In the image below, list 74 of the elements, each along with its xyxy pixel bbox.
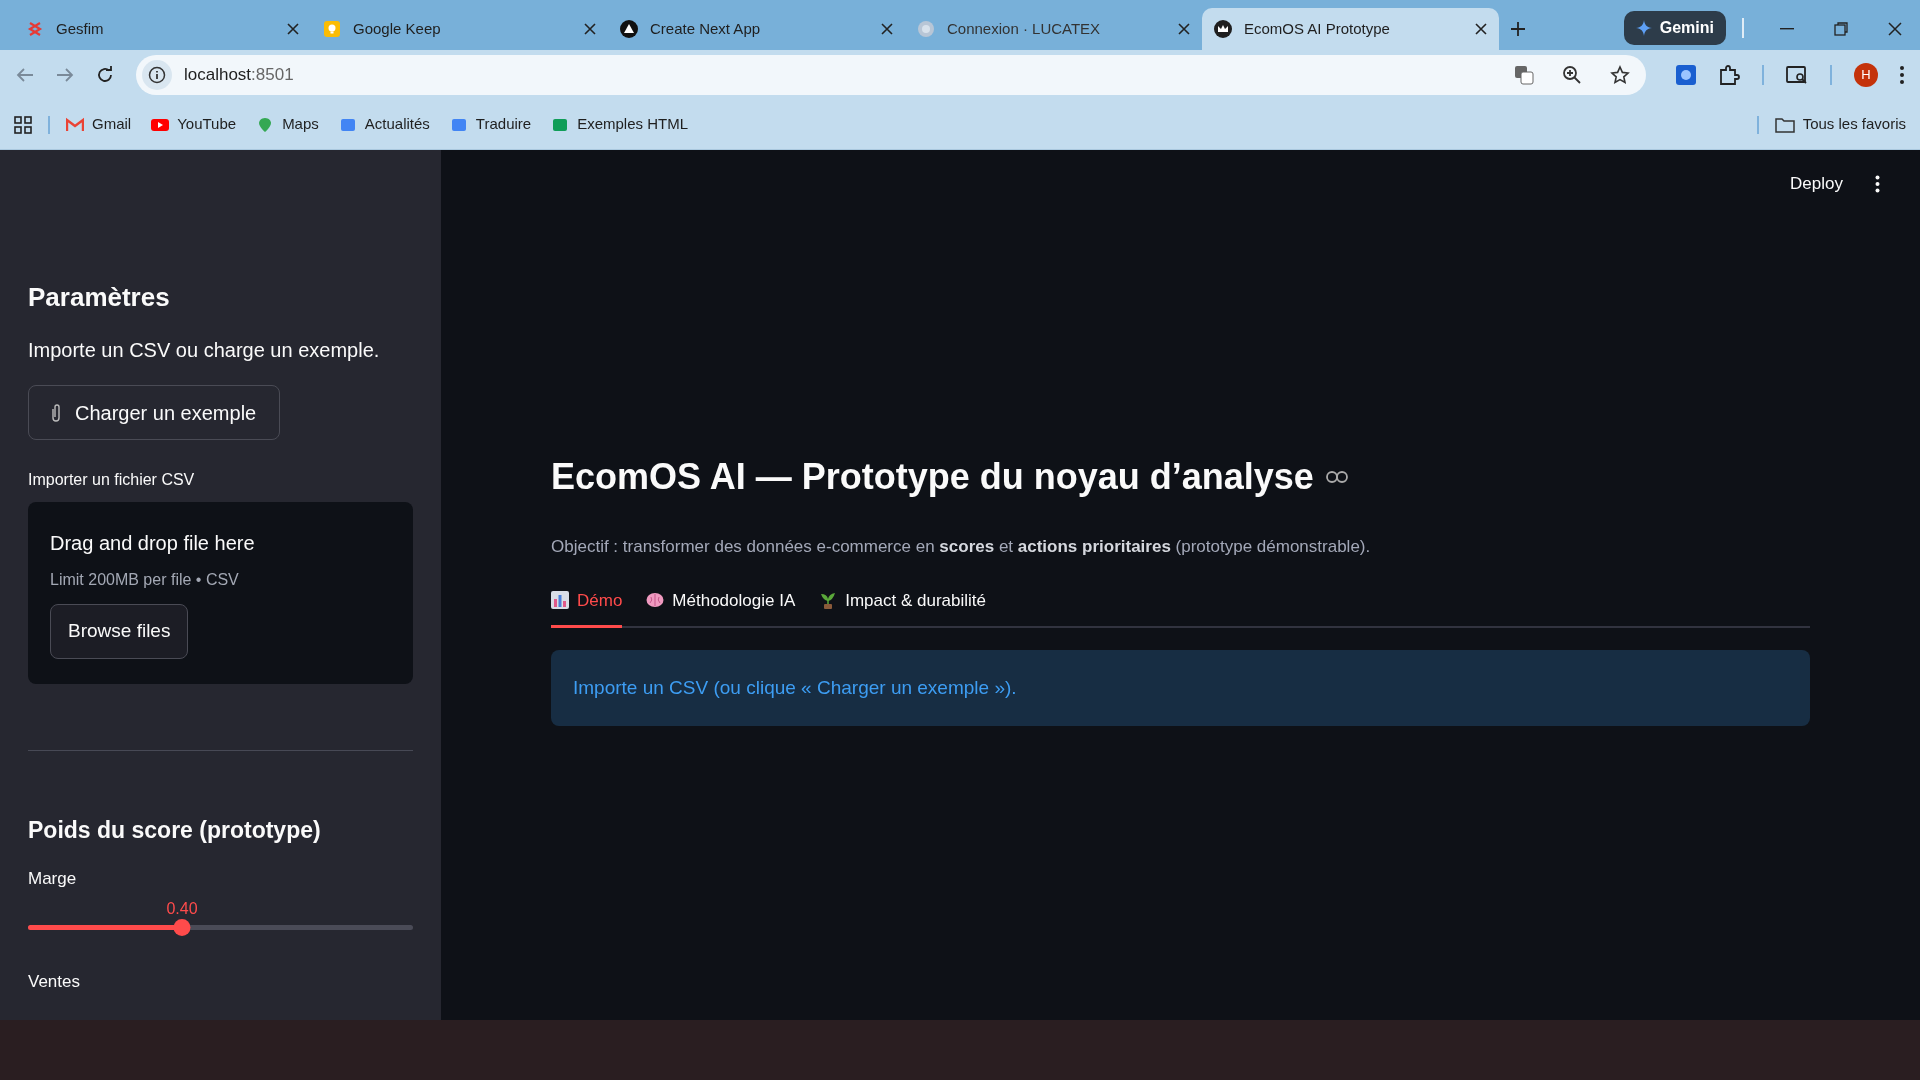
close-icon[interactable] <box>1888 22 1902 36</box>
tab-title: Gesfim <box>56 18 105 39</box>
profile-avatar[interactable]: H <box>1854 63 1878 87</box>
crown-logo-icon <box>1214 20 1232 38</box>
content-tab[interactable]: Impact & durabilité <box>819 587 987 628</box>
bookmark-link[interactable]: Exemples HTML <box>551 113 689 136</box>
puzzle-icon[interactable] <box>1718 64 1740 86</box>
bookmark-link[interactable]: Gmail <box>66 113 132 136</box>
url-text: localhost:8501 <box>184 64 295 87</box>
browser-tab[interactable]: Google Keep <box>311 8 608 50</box>
play-logo-icon <box>151 116 170 133</box>
dropzone-hint: Limit 200MB per file • CSV <box>50 570 239 590</box>
triangle-logo-icon <box>620 20 638 38</box>
subtitle-text: Objectif : transformer des données e-commerce en scores et actions prioritaires (prototype démonstrable). <box>551 536 1372 558</box>
close-icon[interactable] <box>287 23 299 35</box>
folder-icon <box>1774 116 1795 133</box>
bookmark-link[interactable]: Actualités <box>338 113 430 136</box>
address-bar[interactable]: localhost:8501 <box>136 55 1646 95</box>
browser-tab[interactable]: EcomOS AI Prototype <box>1202 8 1499 50</box>
reload-icon[interactable] <box>96 66 114 84</box>
mail-logo-icon <box>66 116 84 133</box>
bookmark-link[interactable]: Maps <box>256 113 319 136</box>
all-bookmarks-link[interactable]: Tous les favoris <box>1774 113 1906 136</box>
gemini-button[interactable]: Gemini <box>1623 11 1726 45</box>
bookmark-link[interactable]: YouTube <box>151 113 237 136</box>
weights-heading: Poids du score (prototype) <box>28 816 322 845</box>
tab-title: Connexion · LUCATEX <box>947 18 1102 39</box>
content-tab[interactable]: Démo <box>551 587 623 628</box>
zoom-icon[interactable] <box>1562 65 1582 85</box>
browser-tab[interactable]: Connexion · LUCATEX <box>905 8 1202 50</box>
slider-label: Ventes <box>28 971 81 993</box>
dropzone-title: Drag and drop file here <box>50 531 255 556</box>
globe-icon <box>917 20 935 38</box>
file-dropzone[interactable]: Drag and drop file here Limit 200MB per file • CSV Browse files <box>28 502 413 684</box>
slider-label: Marge <box>28 867 78 890</box>
tab-search-icon[interactable] <box>1786 65 1808 85</box>
info-icon[interactable] <box>148 66 166 84</box>
restore-icon[interactable] <box>1834 22 1848 36</box>
bookmark-link[interactable]: Traduire <box>449 113 532 136</box>
more-icon[interactable] <box>1875 175 1880 193</box>
close-icon[interactable] <box>1178 23 1190 35</box>
more-icon[interactable] <box>1900 66 1904 84</box>
seedling-icon <box>819 591 838 610</box>
lightbulb-note-icon <box>323 20 341 38</box>
sidebar-caption: Importe un CSV ou charge un exemple. <box>28 338 381 363</box>
tangle-logo-icon <box>26 20 44 38</box>
bar-chart-icon <box>551 591 569 610</box>
tab-title: Google Keep <box>353 18 442 39</box>
browser-tab[interactable]: Create Next App <box>608 8 905 50</box>
paperclip-icon <box>49 402 63 423</box>
browser-tab[interactable]: Gesfim <box>14 8 311 50</box>
load-example-button[interactable]: Charger un exemple <box>28 385 280 440</box>
close-icon[interactable] <box>881 23 893 35</box>
sidebar-heading: Paramètres <box>28 281 171 314</box>
apps-grid-icon[interactable] <box>14 115 32 134</box>
new-tab-icon[interactable] <box>1511 22 1525 36</box>
tab-title: Create Next App <box>650 18 762 39</box>
uploader-label: Importer un fichier CSV <box>28 470 196 490</box>
page-title: EcomOS AI — Prototype du noyau d’analyse <box>551 455 1314 499</box>
sparkle-icon <box>1635 20 1652 36</box>
minimize-icon[interactable] <box>1780 28 1794 30</box>
tab-title: EcomOS AI Prototype <box>1244 18 1391 39</box>
close-icon[interactable] <box>1475 23 1487 35</box>
brain-icon <box>646 592 665 609</box>
info-alert: Importe un CSV (ou clique « Charger un exemple »). <box>551 650 1810 726</box>
deploy-button[interactable]: Deploy <box>1790 171 1843 197</box>
slider-thumb[interactable] <box>173 919 191 936</box>
star-icon[interactable] <box>1610 65 1630 85</box>
content-tab[interactable]: Méthodologie IA <box>646 587 796 628</box>
link-icon[interactable] <box>1325 471 1348 483</box>
slider-reading: 0.40 <box>166 899 198 919</box>
extension-badge-icon[interactable] <box>1676 65 1696 85</box>
browse-files-button[interactable]: Browse files <box>50 604 189 659</box>
close-icon[interactable] <box>584 23 596 35</box>
